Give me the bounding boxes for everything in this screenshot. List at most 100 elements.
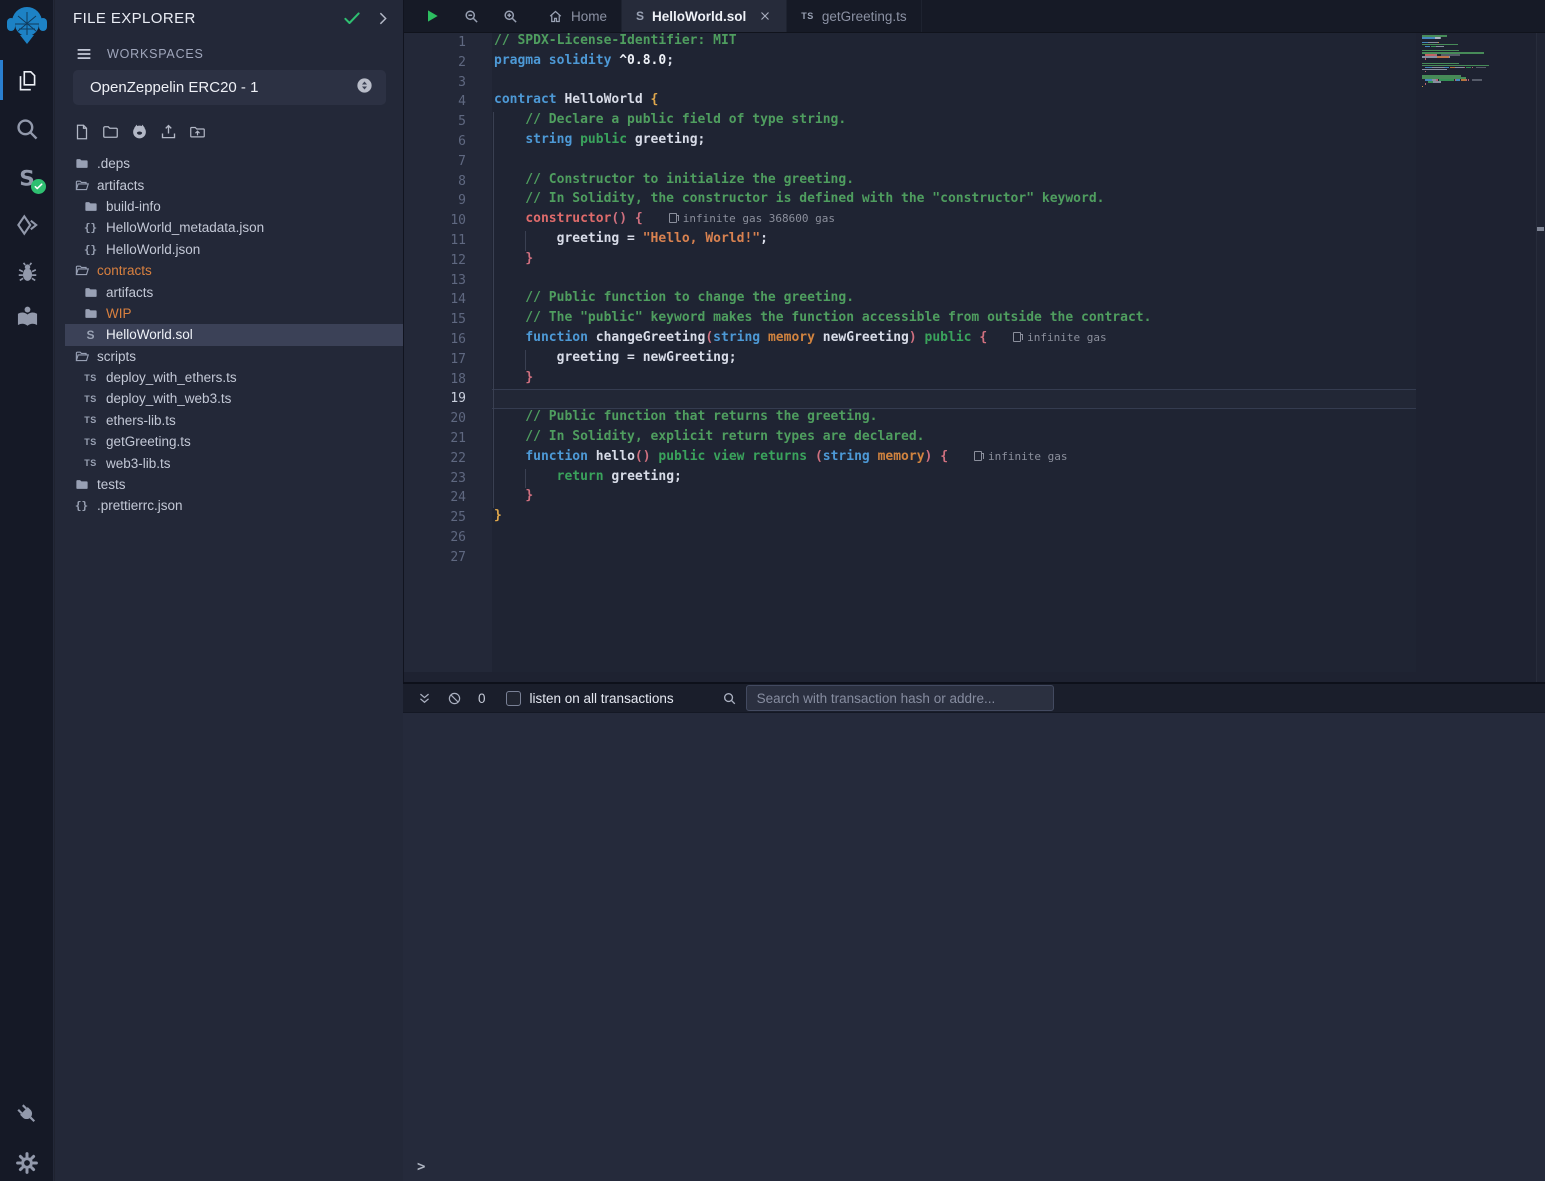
learneth-icon[interactable] <box>0 303 54 330</box>
tree-item[interactable]: TSethers-lib.ts <box>55 410 403 431</box>
debugger-icon[interactable] <box>0 260 54 285</box>
tree-item-label: HelloWorld_metadata.json <box>106 220 264 235</box>
tree-item[interactable]: {}HelloWorld.json <box>55 239 403 260</box>
tree-item[interactable]: .deps <box>55 153 403 174</box>
code-viewport[interactable]: // SPDX-License-Identifier: MITpragma so… <box>492 33 1416 672</box>
editor-scrollbar[interactable] <box>1536 33 1545 682</box>
close-tab-icon[interactable] <box>758 9 772 23</box>
tab-home[interactable]: Home <box>534 0 622 32</box>
code-line[interactable] <box>492 73 1416 93</box>
line-number: 18 <box>404 370 466 390</box>
accept-check-icon[interactable] <box>342 8 362 28</box>
new-folder-icon[interactable] <box>101 123 120 141</box>
line-number: 24 <box>404 488 466 508</box>
tree-item-label: deploy_with_web3.ts <box>106 391 231 406</box>
code-line[interactable]: string public greeting; <box>492 132 1416 152</box>
file-explorer-icon[interactable] <box>0 68 54 94</box>
code-line[interactable]: } <box>492 251 1416 271</box>
code-line[interactable]: pragma solidity ^0.8.0; <box>492 53 1416 73</box>
code-line[interactable]: // Public function that returns the gree… <box>492 409 1416 429</box>
code-line[interactable] <box>492 528 1416 548</box>
tree-item[interactable]: SHelloWorld.sol <box>65 324 403 345</box>
tab-getgreeting-ts[interactable]: TSgetGreeting.ts <box>787 0 921 32</box>
tree-item[interactable]: scripts <box>55 346 403 367</box>
plugin-manager-icon[interactable] <box>0 1101 54 1127</box>
upload-file-icon[interactable] <box>159 123 178 141</box>
zoom-in-icon[interactable] <box>503 9 518 24</box>
collapse-terminal-icon[interactable] <box>417 691 432 706</box>
tree-item[interactable]: {}HelloWorld_metadata.json <box>55 217 403 238</box>
listen-transactions-label: listen on all transactions <box>530 691 674 706</box>
code-line[interactable]: } <box>492 508 1416 528</box>
code-line[interactable]: // Declare a public field of type string… <box>492 112 1416 132</box>
code-line[interactable]: function hello() public view returns (st… <box>492 449 1416 469</box>
line-number: 6 <box>404 132 466 152</box>
code-line[interactable]: contract HelloWorld { <box>492 92 1416 112</box>
tree-item-label: ethers-lib.ts <box>106 413 176 428</box>
line-number: 1 <box>404 33 466 53</box>
code-line[interactable]: // The "public" keyword makes the functi… <box>492 310 1416 330</box>
zoom-out-icon[interactable] <box>464 9 479 24</box>
tree-item[interactable]: contracts <box>55 260 403 281</box>
file-explorer-panel: FILE EXPLORER WORKSPACES OpenZeppelin ER… <box>55 0 403 1181</box>
code-line[interactable]: greeting = newGreeting; <box>492 350 1416 370</box>
code-line[interactable] <box>492 152 1416 172</box>
code-line[interactable] <box>492 389 1416 409</box>
tree-item[interactable]: tests <box>55 474 403 495</box>
gas-pump-icon <box>1013 332 1021 342</box>
tab-helloworld-sol[interactable]: SHelloWorld.sol <box>622 0 787 32</box>
minimap[interactable] <box>1422 35 1534 92</box>
tree-item[interactable]: TSweb3-lib.ts <box>55 452 403 473</box>
code-line[interactable]: // Constructor to initialize the greetin… <box>492 172 1416 192</box>
hamburger-menu-icon[interactable] <box>75 45 93 63</box>
tree-item[interactable]: {}.prettierrc.json <box>55 495 403 516</box>
tree-item[interactable]: TSgetGreeting.ts <box>55 431 403 452</box>
workspace-select[interactable]: OpenZeppelin ERC20 - 1 <box>73 70 386 105</box>
home-icon <box>548 9 563 24</box>
code-line[interactable]: // SPDX-License-Identifier: MIT <box>492 33 1416 53</box>
deploy-run-icon[interactable] <box>0 212 54 238</box>
line-number: 20 <box>404 409 466 429</box>
code-line[interactable] <box>492 548 1416 568</box>
tab-label: getGreeting.ts <box>822 9 907 24</box>
listen-transactions-checkbox[interactable] <box>506 691 521 706</box>
folder-closed-icon <box>73 156 90 171</box>
code-line[interactable] <box>492 271 1416 291</box>
settings-icon[interactable] <box>0 1151 54 1175</box>
tree-item[interactable]: artifacts <box>55 174 403 195</box>
clear-console-icon[interactable] <box>447 691 462 706</box>
code-line[interactable]: function changeGreeting(string memory ne… <box>492 330 1416 350</box>
line-number: 21 <box>404 429 466 449</box>
terminal-output[interactable]: > <box>403 713 1545 1181</box>
line-number: 2 <box>404 53 466 73</box>
run-play-icon[interactable] <box>424 8 440 24</box>
chevron-right-icon[interactable] <box>374 10 391 27</box>
search-icon[interactable] <box>0 116 54 142</box>
github-icon[interactable] <box>130 123 149 141</box>
code-line[interactable]: } <box>492 370 1416 390</box>
tree-item[interactable]: artifacts <box>55 281 403 302</box>
new-file-icon[interactable] <box>73 123 91 141</box>
tree-item-label: tests <box>97 477 126 492</box>
tree-item[interactable]: TSdeploy_with_ethers.ts <box>55 367 403 388</box>
code-line[interactable]: // Public function to change the greetin… <box>492 290 1416 310</box>
upload-folder-icon[interactable] <box>188 123 207 141</box>
code-line[interactable]: return greeting; <box>492 469 1416 489</box>
tree-item-label: contracts <box>97 263 152 278</box>
code-line[interactable]: constructor() {infinite gas 368600 gas <box>492 211 1416 231</box>
code-line[interactable]: greeting = "Hello, World!"; <box>492 231 1416 251</box>
terminal-search-input[interactable] <box>746 685 1054 711</box>
tab-label: HelloWorld.sol <box>652 9 746 24</box>
code-line[interactable]: // In Solidity, explicit return types ar… <box>492 429 1416 449</box>
solidity-compiler-icon[interactable]: S <box>0 165 54 191</box>
tree-item[interactable]: TSdeploy_with_web3.ts <box>55 388 403 409</box>
folder-closed-icon <box>82 199 99 214</box>
tree-item[interactable]: build-info <box>55 196 403 217</box>
tree-item[interactable]: WIP <box>55 303 403 324</box>
remix-logo-icon[interactable] <box>0 3 54 49</box>
code-line[interactable]: } <box>492 488 1416 508</box>
line-number: 8 <box>404 172 466 192</box>
tree-item-label: scripts <box>97 349 136 364</box>
line-number: 7 <box>404 152 466 172</box>
code-line[interactable]: // In Solidity, the constructor is defin… <box>492 191 1416 211</box>
